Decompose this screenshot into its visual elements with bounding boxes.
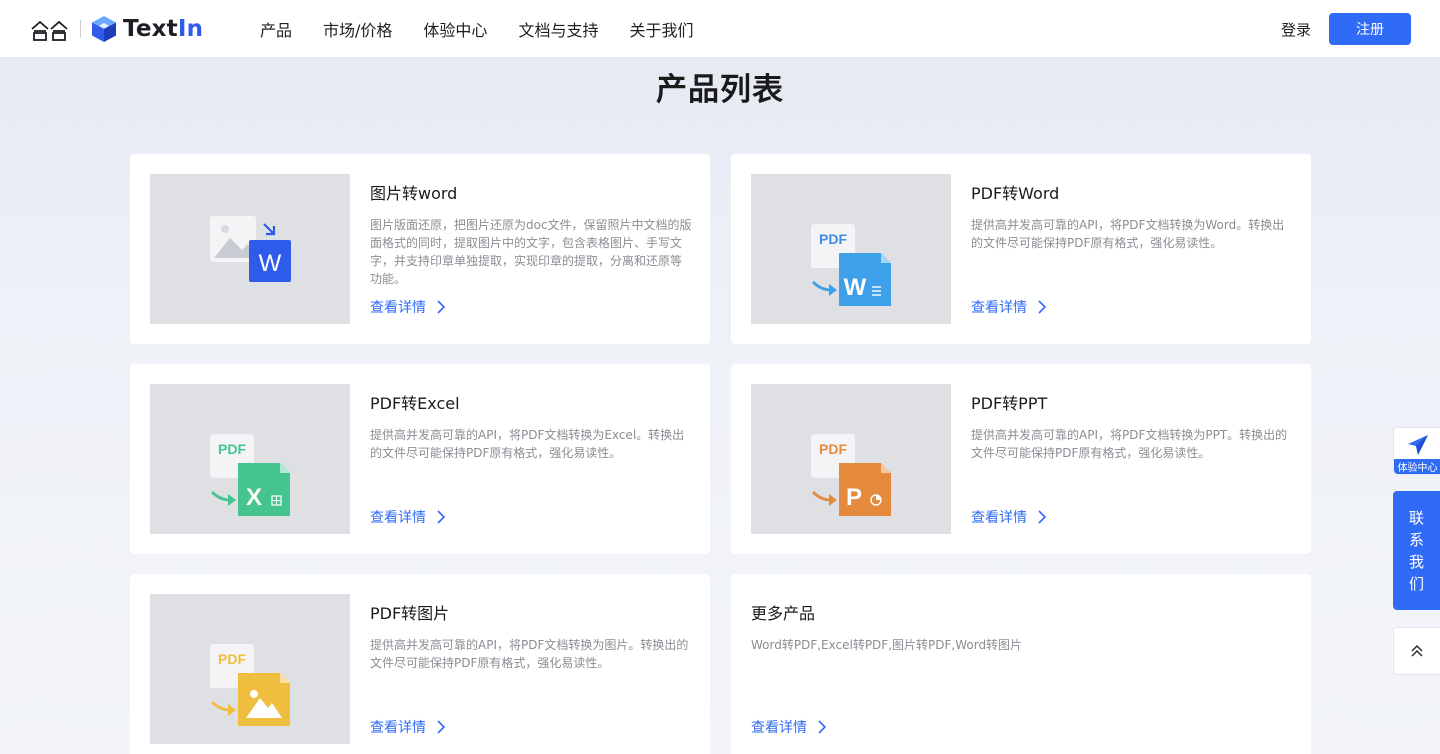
- chevron-right-icon: [437, 510, 446, 524]
- back-to-top-button[interactable]: [1393, 627, 1440, 675]
- page-title: 产品列表: [656, 72, 784, 108]
- view-details-link[interactable]: 查看详情: [971, 297, 1047, 317]
- product-description: Word转PDF,Excel转PDF,图片转PDF,Word转图片: [751, 638, 1023, 652]
- side-experience-center-button[interactable]: 体验中心: [1393, 427, 1440, 475]
- logo-divider: [80, 20, 81, 38]
- view-details-link[interactable]: 查看详情: [971, 507, 1047, 527]
- product-thumbnail: PDF P: [751, 384, 951, 534]
- nav-item-market-pricing[interactable]: 市场/价格: [323, 17, 392, 41]
- product-description: 提供高并发高可靠的API，将PDF文档转换为图片。转换出的文件尽可能保持PDF原…: [370, 638, 689, 670]
- word-letter: W: [844, 274, 867, 301]
- image-to-word-icon: W: [210, 216, 291, 282]
- register-button[interactable]: 注册: [1329, 13, 1411, 45]
- contact-char: 我: [1408, 552, 1424, 571]
- product-description: 提供高并发高可靠的API，将PDF文档转换为PPT。转换出的文件尽可能保持PDF…: [971, 428, 1288, 460]
- view-details-link[interactable]: 查看详情: [370, 297, 446, 317]
- product-card-pdf-to-image[interactable]: PDF PDF转图片 提供高并发高可靠的API，将PDF文档转换为图片。转换出的…: [130, 574, 710, 754]
- product-title: PDF转PPT: [971, 394, 1048, 413]
- pdf-to-ppt-icon: PDF P: [811, 434, 891, 516]
- paper-plane-icon: [1408, 435, 1428, 455]
- product-description: 图片版面还原，把图片还原为doc文件，保留照片中文档的版面格式的同时，提取图片中…: [370, 218, 692, 286]
- contact-char: 们: [1408, 574, 1424, 593]
- view-details-label: 查看详情: [370, 300, 426, 316]
- chevron-right-icon: [1038, 300, 1047, 314]
- chevron-right-icon: [1038, 510, 1047, 524]
- product-description: 提供高并发高可靠的API，将PDF文档转换为Word。转换出的文件尽可能保持PD…: [971, 218, 1285, 250]
- chevron-right-icon: [437, 720, 446, 734]
- product-card-more-products[interactable]: 更多产品 Word转PDF,Excel转PDF,图片转PDF,Word转图片 查…: [731, 574, 1311, 754]
- side-experience-label: 体验中心: [1394, 459, 1440, 474]
- excel-letter: X: [246, 484, 262, 511]
- product-title: PDF转Excel: [370, 394, 460, 413]
- ppt-letter: P: [846, 484, 862, 511]
- view-details-label: 查看详情: [370, 720, 426, 736]
- main-nav: 产品 市场/价格 体验中心 文档与支持 关于我们: [260, 0, 724, 58]
- hehe-logo-icon: [31, 20, 68, 41]
- product-title: PDF转图片: [370, 604, 450, 623]
- contact-char: 系: [1408, 530, 1424, 549]
- textin-cube-icon: [92, 16, 116, 42]
- product-card-image-to-word[interactable]: W 图片转word 图片版面还原，把图片还原为doc文件，保留照片中文档的版面格…: [130, 154, 710, 344]
- nav-item-docs-support[interactable]: 文档与支持: [518, 17, 598, 41]
- product-title: PDF转Word: [971, 184, 1060, 203]
- side-contact-us-button[interactable]: 联 系 我 们: [1393, 491, 1440, 610]
- word-letter: W: [259, 250, 282, 277]
- pdf-to-word-icon: PDF W: [811, 224, 891, 306]
- view-details-link[interactable]: 查看详情: [370, 507, 446, 527]
- nav-item-experience-center[interactable]: 体验中心: [423, 17, 487, 41]
- product-description: 提供高并发高可靠的API，将PDF文档转换为Excel。转换出的文件尽可能保持P…: [370, 428, 685, 460]
- view-details-link[interactable]: 查看详情: [751, 717, 827, 737]
- product-card-pdf-to-ppt[interactable]: PDF P PDF转PPT 提供高并发高可靠的API，将PDF文档转换为PPT。…: [731, 364, 1311, 554]
- pdf-label: PDF: [819, 441, 847, 457]
- pdf-to-excel-icon: PDF X: [210, 434, 290, 516]
- pdf-label: PDF: [819, 231, 847, 247]
- brand-name: TextIn: [123, 16, 204, 42]
- view-details-label: 查看详情: [751, 720, 807, 736]
- double-chevron-up-icon: [1411, 644, 1423, 657]
- chevron-right-icon: [437, 300, 446, 314]
- nav-item-about-us[interactable]: 关于我们: [629, 17, 693, 41]
- product-title: 图片转word: [370, 184, 458, 203]
- chevron-right-icon: [818, 720, 827, 734]
- login-link[interactable]: 登录: [1281, 19, 1311, 40]
- view-details-label: 查看详情: [370, 510, 426, 526]
- product-thumbnail: PDF W: [751, 174, 951, 324]
- top-header: TextIn 产品 市场/价格 体验中心 文档与支持 关于我们 登录 注册: [0, 0, 1440, 58]
- view-details-label: 查看详情: [971, 300, 1027, 316]
- pdf-label: PDF: [218, 651, 246, 667]
- contact-char: 联: [1408, 508, 1424, 527]
- product-card-pdf-to-word[interactable]: PDF W PDF转Word 提供高并发高可靠的API，将PDF文档转换为Wor…: [731, 154, 1311, 344]
- brand-logo[interactable]: TextIn: [30, 14, 203, 44]
- product-thumbnail: PDF X: [150, 384, 350, 534]
- product-thumbnail: PDF: [150, 594, 350, 744]
- product-card-pdf-to-excel[interactable]: PDF X PDF转Excel 提供高并发高可靠的API，将PDF文档转换为Ex…: [130, 364, 710, 554]
- nav-item-products[interactable]: 产品: [260, 17, 292, 41]
- view-details-link[interactable]: 查看详情: [370, 717, 446, 737]
- pdf-to-image-icon: PDF: [210, 644, 290, 726]
- view-details-label: 查看详情: [971, 510, 1027, 526]
- product-thumbnail: W: [150, 174, 350, 324]
- pdf-label: PDF: [218, 441, 246, 457]
- product-title: 更多产品: [751, 604, 816, 623]
